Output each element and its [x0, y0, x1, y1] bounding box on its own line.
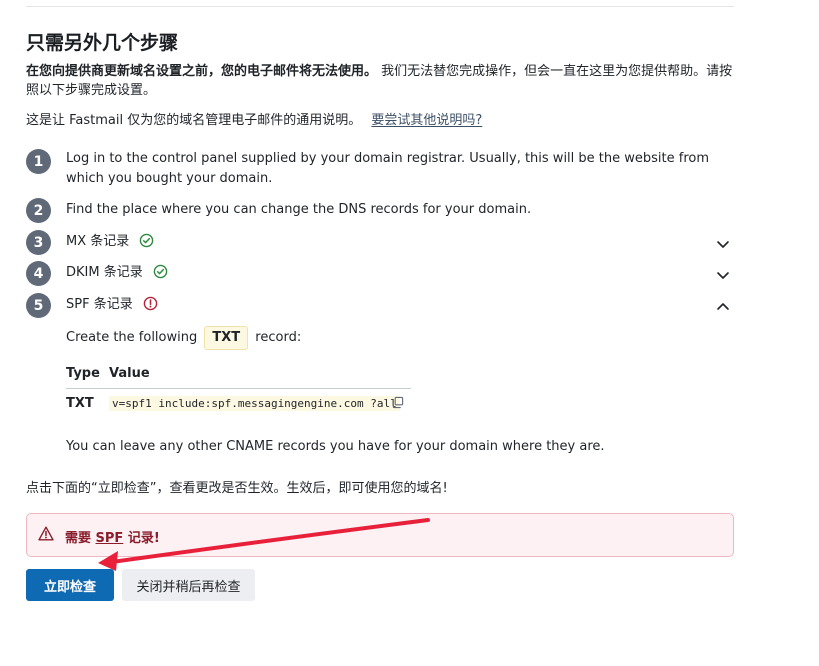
- spf-cname-note: You can leave any other CNAME records yo…: [66, 439, 605, 454]
- alert-circle-icon: [143, 296, 158, 318]
- mx-records-label: MX 条记录: [66, 234, 130, 249]
- record-type-cell: TXT: [66, 396, 94, 411]
- chevron-up-icon[interactable]: [716, 299, 730, 318]
- alert-prefix: 需要: [65, 531, 96, 546]
- record-type-badge: TXT: [204, 326, 249, 350]
- table-row: TXT v=spf1 include:spf.messagingengine.c…: [66, 396, 411, 416]
- record-table-header: Type Value: [66, 366, 411, 389]
- chevron-down-icon[interactable]: [716, 267, 730, 286]
- close-check-later-button[interactable]: 关闭并稍后再检查: [122, 569, 255, 601]
- spf-records-label-wrap: SPF 条记录: [66, 295, 158, 318]
- spf-link[interactable]: SPF: [96, 531, 124, 546]
- page-title: 只需另外几个步骤: [26, 32, 179, 54]
- intro-text: 在您向提供商更新域名设置之前，您的电子邮件将无法使用。 我们无法替您完成操作，但…: [26, 62, 736, 100]
- check-circle-icon: [139, 233, 154, 255]
- step-number-4: 4: [26, 261, 51, 286]
- alert-message: 需要 SPF 记录!: [65, 527, 160, 546]
- spf-records-label: SPF 条记录: [66, 297, 133, 312]
- column-value: Value: [109, 366, 150, 381]
- check-circle-icon: [153, 264, 168, 286]
- generic-instructions: 这是让 Fastmail 仅为您的域名管理电子邮件的通用说明。 要尝试其他说明吗…: [26, 112, 482, 130]
- step-number-3: 3: [26, 230, 51, 255]
- dkim-records-row[interactable]: 4 DKIM 条记录: [26, 261, 736, 287]
- check-hint: 点击下面的“立即检查”，查看更改是否生效。生效后，即可使用您的域名!: [26, 481, 448, 496]
- mx-records-label-wrap: MX 条记录: [66, 232, 154, 255]
- chevron-down-icon[interactable]: [716, 236, 730, 255]
- intro-warning: 在您向提供商更新域名设置之前，您的电子邮件将无法使用。: [26, 64, 378, 79]
- column-type: Type: [66, 366, 100, 381]
- spf-create-prefix: Create the following: [66, 330, 198, 345]
- dkim-records-label-wrap: DKIM 条记录: [66, 263, 168, 286]
- step-2-text: Find the place where you can change the …: [66, 202, 532, 217]
- step-number-5: 5: [26, 293, 51, 318]
- step-number-1: 1: [26, 149, 51, 174]
- mx-records-row[interactable]: 3 MX 条记录: [26, 230, 736, 256]
- copy-icon[interactable]: [391, 396, 404, 413]
- step-1-text: Log in to the control panel supplied by …: [66, 151, 710, 186]
- spf-records-row[interactable]: 5 SPF 条记录: [26, 293, 736, 319]
- spf-create-suffix: record:: [255, 330, 302, 345]
- step-number-2: 2: [26, 198, 51, 223]
- alert-suffix: 记录!: [123, 531, 160, 546]
- top-divider: [26, 6, 734, 7]
- record-value-cell[interactable]: v=spf1 include:spf.messagingengine.com ?…: [109, 396, 400, 411]
- check-now-button[interactable]: 立即检查: [26, 569, 114, 601]
- spf-create-instruction: Create the following TXT record:: [66, 326, 301, 350]
- warning-triangle-icon: [38, 526, 54, 545]
- other-instructions-link[interactable]: 要尝试其他说明吗?: [371, 113, 482, 128]
- spf-required-alert: 需要 SPF 记录!: [26, 513, 734, 557]
- generic-instructions-text: 这是让 Fastmail 仅为您的域名管理电子邮件的通用说明。: [26, 113, 362, 128]
- dkim-records-label: DKIM 条记录: [66, 265, 143, 280]
